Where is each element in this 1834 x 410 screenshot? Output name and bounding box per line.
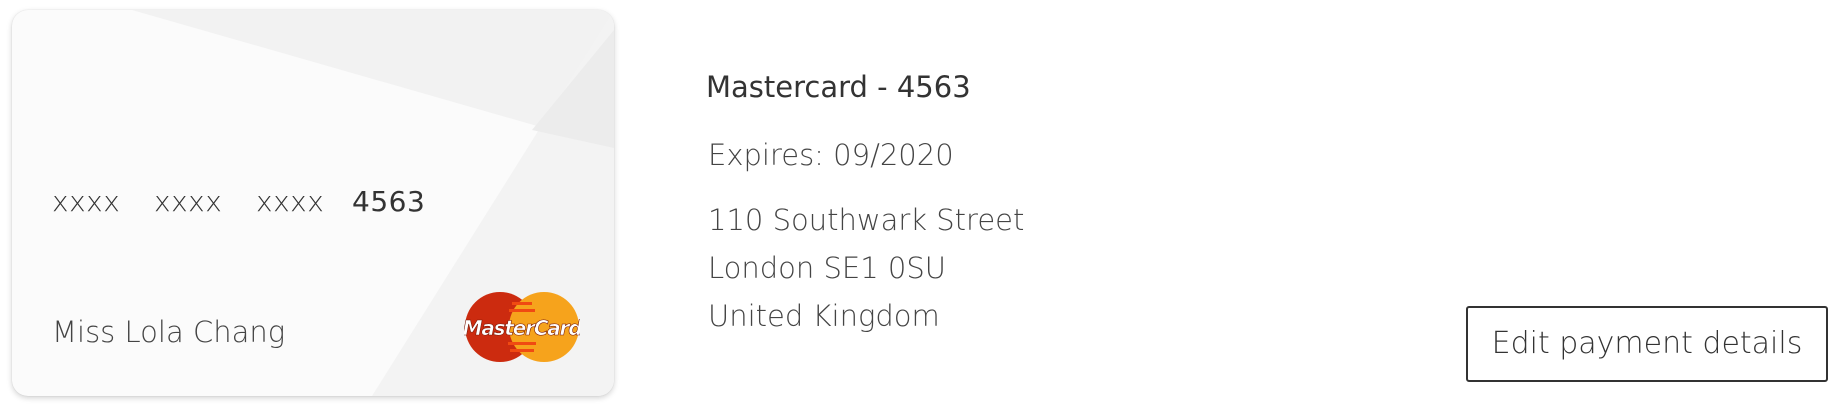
- edit-payment-details-button[interactable]: Edit payment details: [1466, 306, 1828, 382]
- card-number-group-1: xxxx: [52, 185, 121, 218]
- svg-text:MasterCard: MasterCard: [464, 316, 580, 340]
- payment-card: xxxx xxxx xxxx 4563 Miss Lola Chang Mast…: [12, 10, 614, 396]
- billing-address: 110 Southwark Street London SE1 0SU Unit…: [708, 196, 1024, 340]
- payment-method-title: Mastercard - 4563: [706, 70, 971, 104]
- address-line-1: 110 Southwark Street: [708, 203, 1025, 237]
- card-number-group-2: xxxx: [154, 185, 223, 218]
- card-number: xxxx xxxx xxxx 4563: [52, 185, 442, 218]
- card-holder-name: Miss Lola Chang: [52, 315, 286, 349]
- card-number-last-four: 4563: [352, 185, 426, 218]
- card-expiry: Expires: 09/2020: [708, 138, 954, 172]
- address-line-2: London SE1 0SU: [708, 251, 947, 285]
- address-line-3: United Kingdom: [708, 299, 940, 333]
- mastercard-logo-icon: MasterCard: [464, 290, 580, 364]
- card-number-group-3: xxxx: [256, 185, 325, 218]
